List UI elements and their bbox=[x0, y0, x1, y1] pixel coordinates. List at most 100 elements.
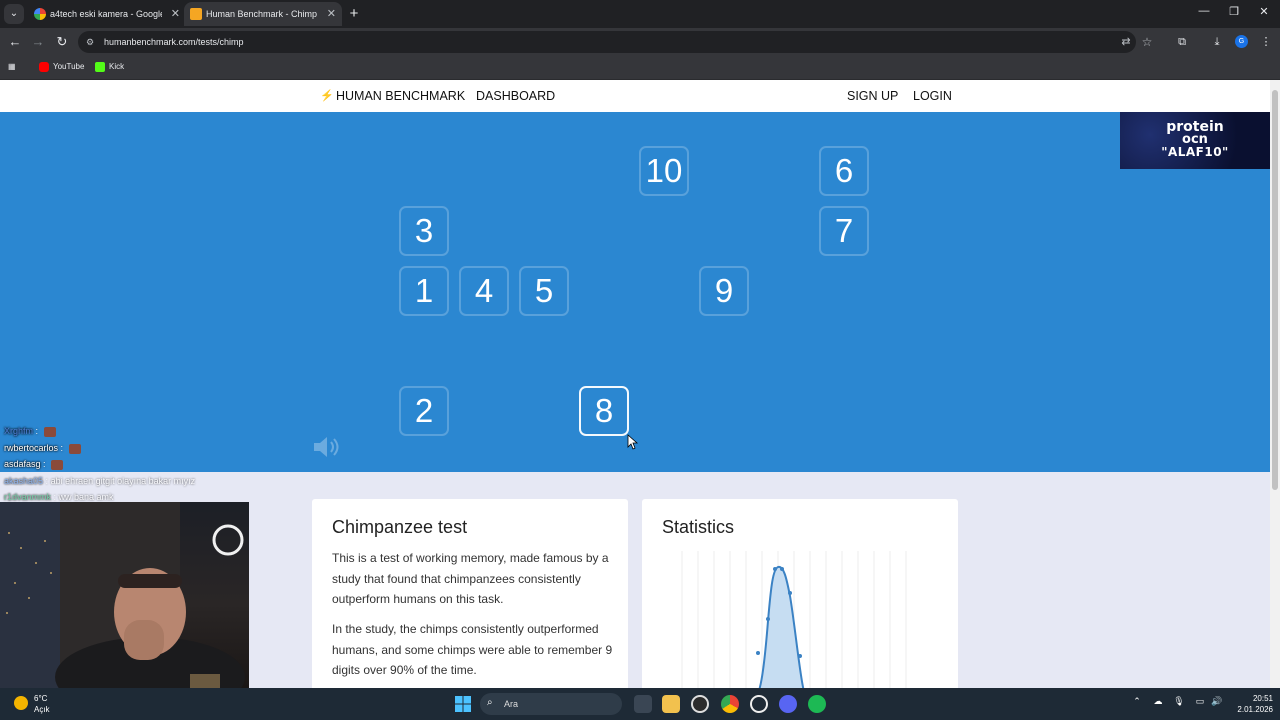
emote-icon bbox=[68, 443, 81, 454]
chat-username: r1dvanmmk bbox=[4, 492, 52, 502]
dashboard-link[interactable]: DASHBOARD bbox=[476, 80, 555, 112]
task-view-icon[interactable] bbox=[634, 695, 652, 713]
emote-icon bbox=[43, 426, 56, 437]
window-close-icon[interactable]: ✕ bbox=[1254, 5, 1274, 18]
clock-time: 20:51 bbox=[1252, 694, 1273, 703]
address-bar[interactable]: ⚙ humanbenchmark.com/tests/chimp ⇄ ☆ bbox=[78, 31, 1152, 53]
search-placeholder: Ara bbox=[504, 699, 519, 709]
new-tab-button[interactable]: + bbox=[346, 4, 362, 24]
apps-grid-icon[interactable]: ▦ bbox=[8, 56, 16, 78]
menu-icon[interactable]: ⋮ bbox=[1258, 35, 1274, 49]
microphone-icon[interactable]: 🎙 bbox=[1172, 696, 1186, 707]
forward-icon[interactable]: → bbox=[28, 32, 48, 52]
volume-icon[interactable]: 🔊 bbox=[1210, 696, 1224, 707]
lightning-icon: ⚡ bbox=[320, 90, 334, 102]
extensions-icon[interactable]: ⧉ bbox=[1174, 35, 1190, 49]
login-link[interactable]: LOGIN bbox=[913, 80, 952, 112]
weather-temperature: 6°C bbox=[34, 694, 48, 703]
mouse-cursor-icon bbox=[627, 434, 639, 450]
chat-username: Xrghfm bbox=[4, 426, 34, 436]
network-icon[interactable]: ▭ bbox=[1193, 696, 1207, 707]
google-icon bbox=[34, 8, 46, 20]
restore-icon[interactable]: ❐ bbox=[1224, 5, 1244, 18]
info-card: Chimpanzee test This is a test of workin… bbox=[312, 499, 628, 688]
browser-tab-human-benchmark[interactable]: Human Benchmark - Chimp Test ✕ bbox=[184, 2, 342, 26]
browser-tab-bar: ⌄ a4tech eski kamera - Google'da ✕ Human… bbox=[0, 0, 1280, 28]
site-info-icon[interactable]: ⚙ bbox=[86, 36, 98, 48]
chat-text: abi ehraen gitgit olayına bakar mıyız bbox=[50, 476, 196, 486]
card-title: Chimpanzee test bbox=[332, 517, 468, 537]
bookmarks-bar: ▦ YouTube Kick bbox=[0, 56, 1280, 80]
taskbar-search[interactable]: ⌕ Ara bbox=[480, 693, 622, 715]
tab-title: a4tech eski kamera - Google'da bbox=[50, 9, 162, 19]
chimp-test-area: 10 6 3 7 1 4 5 9 2 8 bbox=[0, 112, 1270, 472]
chat-username: asdafasg bbox=[4, 459, 41, 469]
number-tile-2[interactable]: 2 bbox=[399, 386, 449, 436]
obs-icon[interactable] bbox=[691, 695, 709, 713]
number-tile-9[interactable]: 9 bbox=[699, 266, 749, 316]
stream-sponsor-overlay: protein ocn "ALAF10" bbox=[1120, 112, 1270, 169]
chat-username: rwbertocarlos bbox=[4, 443, 59, 453]
browser-tab-google[interactable]: a4tech eski kamera - Google'da ✕ bbox=[28, 2, 186, 26]
tab-title: Human Benchmark - Chimp Test bbox=[206, 9, 318, 19]
chat-text: ww bana amk bbox=[58, 492, 114, 502]
number-tile-7[interactable]: 7 bbox=[819, 206, 869, 256]
tab-search-button[interactable]: ⌄ bbox=[4, 4, 24, 24]
weather-moon-icon bbox=[14, 696, 28, 710]
site-navbar: ⚡ HUMAN BENCHMARK DASHBOARD SIGN UP LOGI… bbox=[0, 80, 1270, 112]
chat-message: rwbertocarlos : bbox=[4, 441, 81, 455]
browser-toolbar: ← → ↻ ⚙ humanbenchmark.com/tests/chimp ⇄… bbox=[0, 28, 1280, 56]
bookmark-star-icon[interactable]: ☆ bbox=[1140, 35, 1154, 49]
number-tile-5[interactable]: 5 bbox=[519, 266, 569, 316]
card-title: Statistics bbox=[662, 517, 735, 537]
sound-icon[interactable] bbox=[312, 435, 344, 459]
tray-overflow-icon[interactable]: ⌃ bbox=[1130, 696, 1144, 707]
number-tile-1[interactable]: 1 bbox=[399, 266, 449, 316]
close-icon[interactable]: ✕ bbox=[171, 2, 180, 26]
card-paragraph: In the study, the chimps consistently ou… bbox=[332, 622, 613, 677]
chrome-icon[interactable] bbox=[721, 695, 739, 713]
translate-icon[interactable]: ⇄ bbox=[1119, 35, 1133, 48]
page-scrollbar[interactable] bbox=[1270, 80, 1280, 688]
bookmark-youtube[interactable]: YouTube bbox=[39, 56, 84, 78]
back-icon[interactable]: ← bbox=[5, 32, 25, 52]
clock-date: 2.01.2026 bbox=[1237, 705, 1273, 714]
brand-link[interactable]: HUMAN BENCHMARK bbox=[336, 80, 465, 112]
reload-icon[interactable]: ↻ bbox=[52, 32, 72, 52]
bookmark-kick[interactable]: Kick bbox=[95, 56, 124, 78]
number-tile-4[interactable]: 4 bbox=[459, 266, 509, 316]
onedrive-icon[interactable]: ☁ bbox=[1151, 696, 1165, 707]
search-icon: ⌕ bbox=[487, 697, 493, 708]
streamer-webcam bbox=[0, 502, 249, 688]
youtube-icon bbox=[39, 61, 49, 72]
spotify-icon[interactable] bbox=[808, 695, 826, 713]
scrollbar-thumb[interactable] bbox=[1272, 90, 1278, 490]
card-paragraph: This is a test of working memory, made f… bbox=[332, 551, 609, 606]
ad-line: "ALAF10" bbox=[1161, 145, 1229, 159]
webcam-image bbox=[0, 502, 245, 688]
statistics-card: Statistics bbox=[642, 499, 958, 688]
chat-username: akasha05 bbox=[4, 476, 44, 486]
system-clock[interactable]: 20:51 2.01.2026 bbox=[1225, 693, 1273, 715]
weather-description: Açık bbox=[34, 705, 50, 714]
number-tile-8[interactable]: 8 bbox=[579, 386, 629, 436]
chatgpt-icon[interactable] bbox=[750, 695, 768, 713]
human-benchmark-icon bbox=[190, 8, 202, 20]
signup-link[interactable]: SIGN UP bbox=[847, 80, 898, 112]
profile-avatar[interactable]: G bbox=[1235, 35, 1248, 48]
number-tile-6[interactable]: 6 bbox=[819, 146, 869, 196]
emote-icon bbox=[51, 459, 64, 470]
close-icon[interactable]: ✕ bbox=[327, 2, 336, 26]
download-icon[interactable]: ⤓ bbox=[1209, 35, 1225, 49]
discord-icon[interactable] bbox=[779, 695, 797, 713]
number-tile-3[interactable]: 3 bbox=[399, 206, 449, 256]
minimize-icon[interactable]: — bbox=[1194, 5, 1214, 17]
windows-taskbar: 6°C Açık ⌕ Ara ⌃ ☁ 🎙 ▭ 🔊 20:51 2.01.2026 bbox=[0, 688, 1280, 720]
statistics-distribution-chart bbox=[681, 551, 907, 688]
chat-message: akasha05 : abi ehraen gitgit olayına bak… bbox=[4, 476, 196, 486]
number-tile-10[interactable]: 10 bbox=[639, 146, 689, 196]
file-explorer-icon[interactable] bbox=[662, 695, 680, 713]
chat-message: Xrghfm : bbox=[4, 424, 56, 438]
chat-message: asdafasg : bbox=[4, 457, 64, 471]
windows-start-icon[interactable] bbox=[455, 696, 471, 712]
